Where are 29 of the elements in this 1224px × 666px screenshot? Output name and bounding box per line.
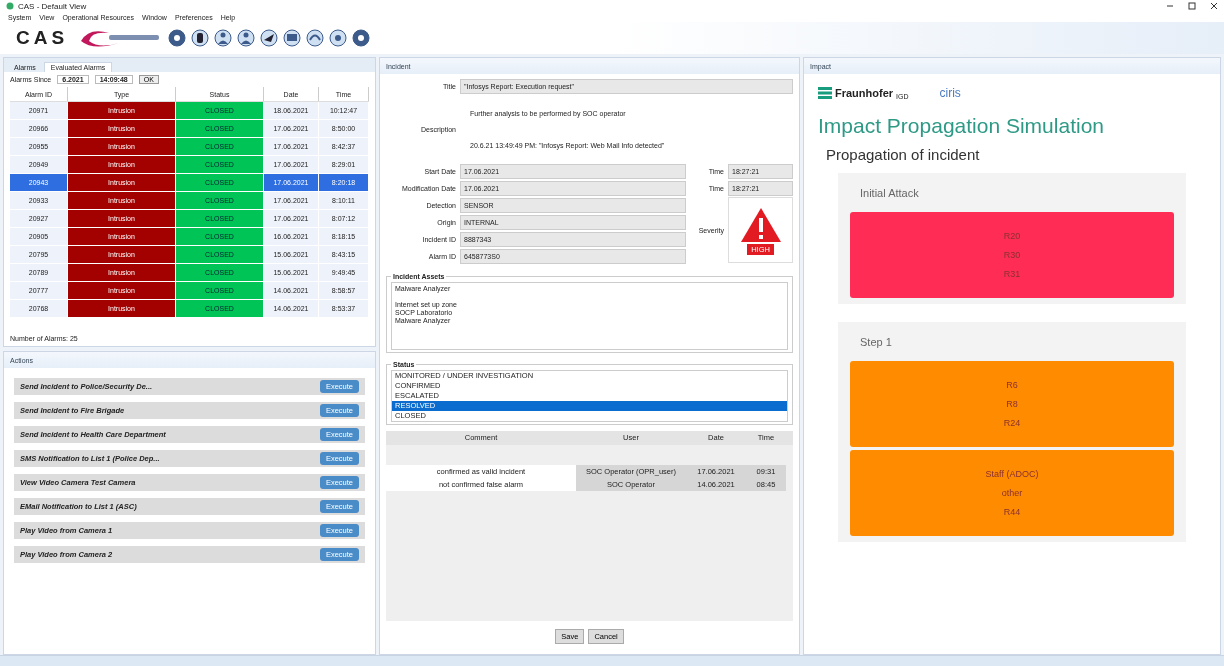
window-title: CAS - Default View [18, 1, 87, 11]
close-icon[interactable] [1210, 2, 1218, 10]
gear-icon[interactable] [352, 29, 371, 47]
person-icon[interactable] [214, 29, 233, 47]
page-title: Impact Propagation Simulation [818, 114, 1105, 138]
asset-label: R31 [1003, 269, 1021, 279]
step-title: Initial Attack [860, 187, 920, 199]
person-icon[interactable] [237, 29, 256, 47]
app-icon [6, 2, 14, 10]
bottle-icon[interactable] [191, 29, 210, 47]
minimize-icon[interactable] [1166, 2, 1174, 10]
maximize-icon[interactable] [1188, 2, 1196, 10]
partner-logo-text: ciris [939, 86, 961, 100]
asset-label: R6 [1006, 380, 1018, 390]
step-title: Step 1 [860, 336, 893, 348]
gear-icon[interactable] [168, 29, 187, 47]
monitor-icon[interactable] [283, 29, 302, 47]
org-logo-text: Fraunhofer [835, 87, 894, 99]
asset-label: R20 [1003, 231, 1021, 241]
target-icon[interactable] [329, 29, 348, 47]
stripes-logo-icon [818, 87, 832, 99]
asset-label: R30 [1003, 250, 1021, 260]
section-title: Propagation of incident [826, 146, 981, 163]
asset-label: Staff (ADOC) [985, 469, 1039, 479]
asset-label: R8 [1006, 399, 1018, 409]
asset-label: other [1001, 488, 1023, 498]
asset-label: R44 [1003, 507, 1021, 517]
asset-label: R24 [1003, 418, 1021, 428]
logo: CAS [16, 27, 69, 49]
